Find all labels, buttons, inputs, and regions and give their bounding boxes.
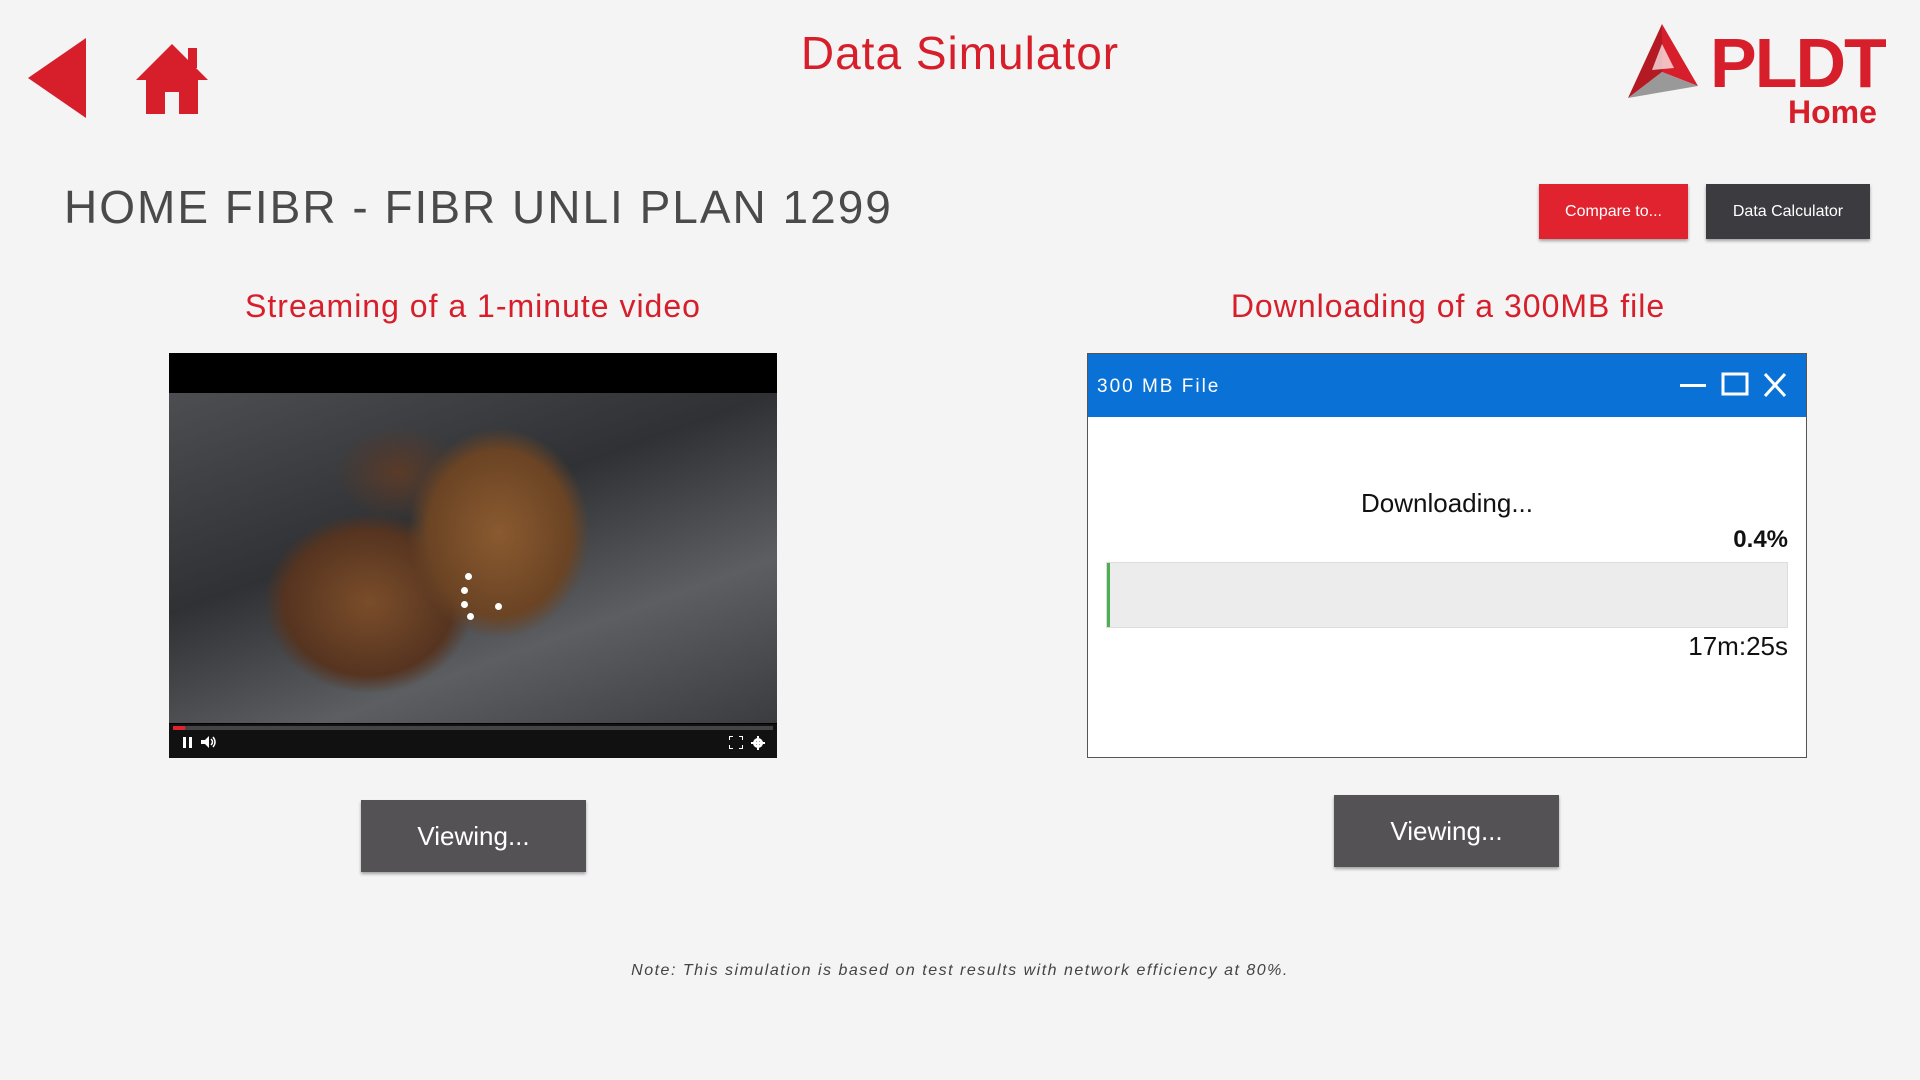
video-player[interactable] [169, 353, 777, 758]
download-percent: 0.4% [1733, 526, 1788, 553]
streaming-viewing-button[interactable]: Viewing... [361, 800, 586, 872]
video-controls [169, 724, 777, 758]
gear-icon[interactable] [751, 736, 765, 753]
pause-icon[interactable] [183, 736, 193, 751]
download-viewing-button[interactable]: Viewing... [1334, 795, 1559, 867]
download-status: Downloading... [1361, 488, 1533, 518]
video-frame [169, 393, 777, 723]
download-progress-bar [1106, 562, 1788, 628]
plan-title: HOME FIBR - FIBR UNLI PLAN 1299 [64, 181, 893, 233]
download-title: Downloading of a 300MB file [1230, 288, 1666, 324]
download-window-title: 300 MB File [1097, 376, 1221, 397]
compare-button[interactable]: Compare to... [1539, 184, 1688, 239]
logo-brand: PLDT [1710, 24, 1887, 102]
video-progress[interactable] [173, 726, 773, 730]
pldt-home-logo: PLDT Home [1622, 24, 1892, 130]
footnote: Note: This simulation is based on test r… [631, 962, 1289, 979]
download-time-left: 17m:25s [1688, 631, 1788, 661]
close-icon[interactable] [1760, 370, 1790, 400]
video-progress-fill [173, 726, 185, 730]
download-progress-fill [1107, 563, 1110, 627]
download-window: 300 MB File Downloading... 0.4% 17m:25s [1087, 353, 1807, 758]
pldt-logo-mark [1628, 24, 1698, 98]
download-titlebar: 300 MB File [1088, 354, 1806, 417]
loading-spinner-icon [439, 573, 502, 633]
data-calculator-button[interactable]: Data Calculator [1706, 184, 1870, 239]
minimize-icon[interactable] [1678, 370, 1708, 400]
logo-sub: Home [1788, 94, 1877, 130]
volume-icon[interactable] [201, 736, 217, 751]
fullscreen-icon[interactable] [728, 735, 744, 752]
maximize-icon[interactable] [1720, 370, 1750, 400]
streaming-title: Streaming of a 1-minute video [245, 288, 701, 324]
